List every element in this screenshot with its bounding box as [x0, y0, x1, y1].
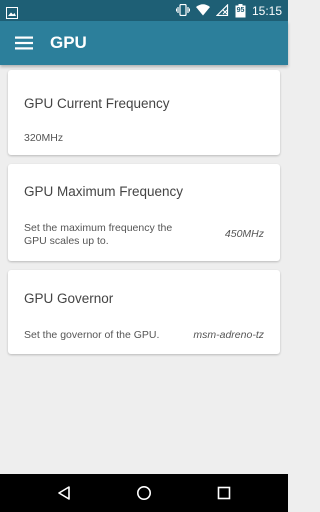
- recents-icon[interactable]: [212, 481, 236, 505]
- gpu-current-frequency-card[interactable]: GPU Current Frequency 320MHz: [8, 70, 280, 155]
- gpu-maximum-frequency-card[interactable]: GPU Maximum Frequency Set the maximum fr…: [8, 164, 280, 261]
- card-title: GPU Governor: [24, 291, 114, 306]
- hamburger-menu-icon[interactable]: [12, 31, 36, 55]
- status-time: 15:15: [251, 3, 282, 18]
- navigation-bar: [0, 474, 288, 512]
- wifi-icon: [195, 1, 210, 20]
- governor-value: msm-adreno-tz: [193, 329, 264, 341]
- home-icon[interactable]: [132, 481, 156, 505]
- card-description: Set the governor of the GPU.: [24, 329, 160, 341]
- image-icon: [6, 4, 18, 19]
- page-title: GPU: [50, 33, 87, 52]
- vibrate-icon: [175, 1, 190, 20]
- back-icon[interactable]: [52, 481, 76, 505]
- app-bar: GPU: [0, 21, 288, 65]
- card-title: GPU Current Frequency: [24, 96, 170, 111]
- card-title: GPU Maximum Frequency: [24, 184, 184, 199]
- card-description: Set the maximum frequency the GPU scales…: [24, 222, 173, 247]
- max-frequency-value: 450MHz: [224, 228, 264, 240]
- content: GPU Current Frequency 320MHz GPU Maximum…: [0, 65, 288, 474]
- status-bar: 95 15:15: [0, 0, 288, 21]
- no-signal-icon: [215, 1, 229, 20]
- current-frequency-value: 320MHz: [24, 132, 64, 144]
- battery-level: 95: [236, 6, 245, 14]
- battery-icon: 95: [235, 3, 246, 18]
- gpu-governor-card[interactable]: GPU Governor Set the governor of the GPU…: [8, 270, 280, 354]
